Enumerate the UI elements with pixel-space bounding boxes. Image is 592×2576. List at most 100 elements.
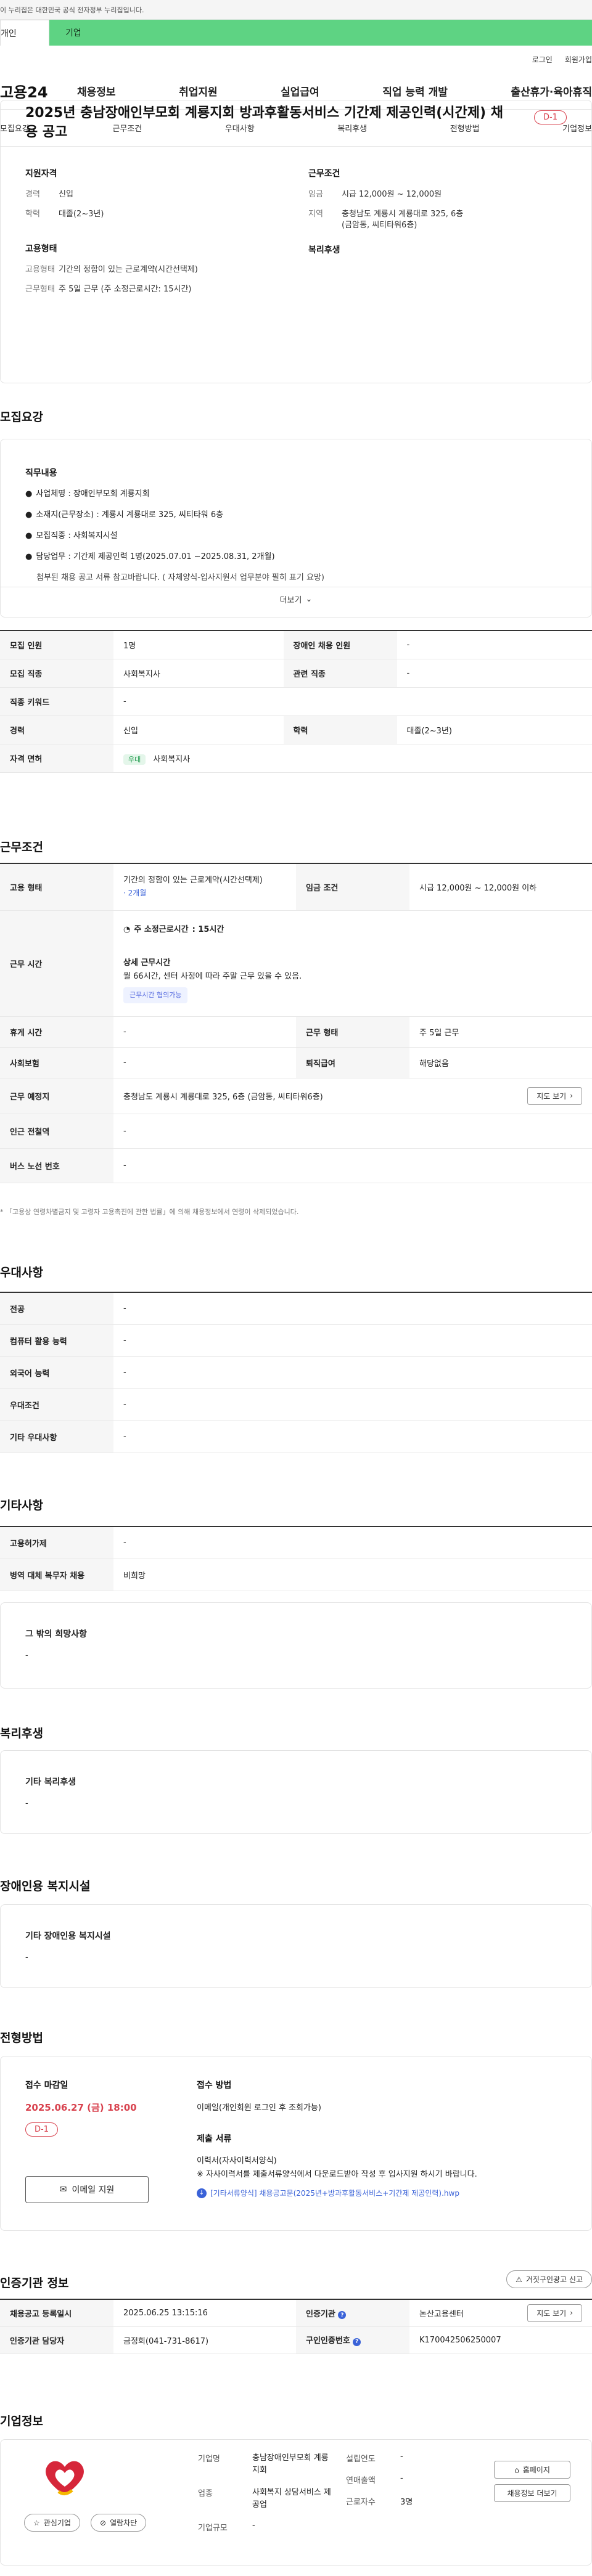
nav-item-unemployment-benefit[interactable]: 실업급여 xyxy=(281,83,319,99)
map-button-label: 지도 보기 xyxy=(536,1091,567,1101)
signup-link[interactable]: 회원가입 xyxy=(565,54,592,65)
row-label: 컴퓨터 활용 능력 xyxy=(0,1324,113,1357)
company-name: 충남장애인부모회 계룡지회 xyxy=(252,2453,329,2475)
docs-heading: 제출 서류 xyxy=(197,2134,232,2144)
info-label: 기업명 xyxy=(198,2455,220,2464)
table-row: 직종 키워드 - xyxy=(0,687,592,716)
nav-item-jobs[interactable]: 채용정보 xyxy=(77,83,116,99)
info-label: 설립연도 xyxy=(346,2455,376,2464)
row-value: - xyxy=(397,630,592,659)
report-fake-ad-button[interactable]: ⚠ 거짓구인광고 신고 xyxy=(506,2270,592,2288)
row-value: - xyxy=(113,1526,592,1559)
row-label: 퇴직급여 xyxy=(296,1047,409,1078)
user-type-tabs: 개인 기업 xyxy=(0,20,592,46)
disabled-card: 기타 장애인용 복지시설 - xyxy=(0,1904,592,1988)
section-title-company: 기업정보 xyxy=(0,2415,43,2428)
row-label: 장애인 채용 인원 xyxy=(283,630,397,659)
row-label: 휴게 시간 xyxy=(0,1016,113,1048)
row-label: 구인인증번호 xyxy=(306,2336,350,2346)
nav-item-parental-leave[interactable]: 출산휴가·육아휴직 xyxy=(511,83,592,99)
cert-map-button[interactable]: 지도 보기 › xyxy=(527,2304,582,2322)
block-company-button[interactable]: ⊘ 열람차단 xyxy=(91,2514,147,2532)
row-value: 금정희(041-731-8617) xyxy=(113,2326,296,2354)
duty-item: 소재지(근무장소) : 계룡시 계룡대로 325, 씨티타워 6층 xyxy=(36,510,224,520)
row-value: 1명 xyxy=(113,630,284,659)
company-employees: 3명 xyxy=(400,2498,413,2507)
info-label: 연매출액 xyxy=(346,2476,376,2485)
tab-company[interactable]: 기업 xyxy=(49,20,592,46)
row-label: 고용허가제 xyxy=(0,1526,113,1559)
table-row: 사회보험 - 퇴직급여 해당없음 xyxy=(0,1047,592,1078)
login-link[interactable]: 로그인 xyxy=(532,54,553,65)
emp-type-value: 기간의 정함이 있는 근로계약(시간선택제) xyxy=(123,876,263,886)
etc-table: 고용허가제 - 병역 대체 복무자 채용 비희망 xyxy=(0,1526,592,1591)
table-row: 근무 예정지 충청남도 계룡시 계룡대로 325, 6층 (금암동, 씨티타워6… xyxy=(0,1078,592,1114)
section-title-recruit: 모집요강 xyxy=(0,410,43,424)
row-label: 외국어 능력 xyxy=(0,1356,113,1389)
detail-hours-value: 월 66시간, 센터 사정에 따라 주말 근무 있을 수 있음. xyxy=(123,972,302,981)
license-cell: 우대 사회복지사 xyxy=(113,744,592,773)
row-label: 기타 우대사항 xyxy=(0,1420,113,1453)
row-value: 사회복지사 xyxy=(113,659,284,688)
row-label: 모집 직종 xyxy=(0,659,113,688)
row-label: 전공 xyxy=(0,1292,113,1325)
more-label: 더보기 xyxy=(279,596,302,605)
bullet-icon: ● xyxy=(25,531,33,540)
home-icon: ⌂ xyxy=(514,2465,519,2474)
welfare-heading: 복리후생 xyxy=(308,245,340,255)
row-value: 2025.06.25 13:15:16 xyxy=(113,2299,296,2327)
employment-type-heading: 고용형태 xyxy=(25,243,57,254)
table-row: 우대조건 - xyxy=(0,1388,592,1421)
tab-personal[interactable]: 개인 xyxy=(0,20,49,46)
cert-map-label: 지도 보기 xyxy=(536,2309,567,2318)
qual-value: 신입 xyxy=(59,189,73,199)
table-row: 경력 신입 학력 대졸(2~3년) xyxy=(0,715,592,744)
row-label: 관련 직종 xyxy=(283,659,397,688)
section-title-work: 근무조건 xyxy=(0,841,43,854)
company-industry: 사회복지 상담서비스 제공업 xyxy=(252,2488,331,2509)
star-icon: ☆ xyxy=(33,2518,40,2527)
site-logo[interactable]: 고용24 xyxy=(0,80,77,102)
map-button[interactable]: 지도 보기 › xyxy=(527,1086,582,1105)
duty-item: 모집직종 : 사회복지시설 xyxy=(36,531,118,540)
nav-item-skill-development[interactable]: 직업 능력 개발 xyxy=(382,83,448,99)
company-size: - xyxy=(252,2521,255,2530)
mail-icon: ✉ xyxy=(59,2185,67,2195)
row-value: 신입 xyxy=(113,715,284,744)
table-row: 컴퓨터 활용 능력 - xyxy=(0,1324,592,1357)
table-row: 기타 우대사항 - xyxy=(0,1420,592,1453)
info-icon[interactable]: ? xyxy=(353,2338,361,2346)
homepage-button[interactable]: ⌂ 홈페이지 xyxy=(494,2461,570,2479)
deadline-dday: D-1 xyxy=(25,2122,58,2137)
emp-value: 주 5일 근무 (주 소정근로시간: 15시간) xyxy=(59,284,192,294)
age-notice: * 「고용상 연령차별금지 및 고령자 고용촉진에 관한 법률」에 의해 채용정… xyxy=(0,1208,299,1216)
row-label: 인증기관 담당자 xyxy=(0,2326,113,2354)
job-title: 2025년 충남장애인부모회 계룡지회 방과후활동서비스 기간제 제공인력(시간… xyxy=(25,105,503,140)
cond-label: 지역 xyxy=(308,209,323,219)
table-row: 버스 노선 번호 - xyxy=(0,1148,592,1183)
cond-label: 임금 xyxy=(308,189,323,199)
cert-agency-value: 논산고용센터 xyxy=(419,2309,464,2319)
license-value: 사회복지사 xyxy=(153,754,191,764)
info-icon[interactable]: ? xyxy=(338,2311,347,2319)
row-label: 모집 인원 xyxy=(0,630,113,659)
disabled-heading-box: 기타 장애인용 복지시설 xyxy=(25,1931,111,1941)
row-value: - xyxy=(113,1388,592,1421)
table-row: 채용공고 등록일시 2025.06.25 13:15:16 인증기관 ? 논산고… xyxy=(0,2299,592,2327)
email-apply-button[interactable]: ✉ 이메일 지원 xyxy=(25,2176,149,2203)
deadline-value: 2025.06.27 (금) 18:00 xyxy=(25,2102,137,2113)
attached-file-link[interactable]: ↓ [기타서류양식] 채용공고문(2025년+방과후활동서비스+기간제 제공인력… xyxy=(197,2188,573,2198)
gov-notice-text: 이 누리집은 대한민국 공식 전자정부 누리집입니다. xyxy=(0,6,144,14)
homepage-label: 홈페이지 xyxy=(522,2466,550,2474)
favorite-company-button[interactable]: ☆ 관심기업 xyxy=(24,2514,80,2532)
more-jobs-button[interactable]: 채용정보 더보기 xyxy=(494,2484,570,2502)
nav-item-employment-support[interactable]: 취업지원 xyxy=(179,83,218,99)
work-table: 고용 형태 기간의 정함이 있는 근로계약(시간선택제) · 2개월 임금 조건… xyxy=(0,863,592,1183)
docs-value-2: ※ 자사이력서를 제출서류양식에서 다운로드받아 작성 후 입사지원 하시기 바… xyxy=(197,2170,477,2179)
row-value: - xyxy=(113,1356,592,1389)
more-button[interactable]: 더보기 ⌄ xyxy=(0,587,592,611)
preferred-badge: 우대 xyxy=(123,754,146,765)
attached-file-name: [기타서류양식] 채용공고문(2025년+방과후활동서비스+기간제 제공인력).… xyxy=(210,2189,459,2198)
table-row: 병역 대체 복무자 채용 비희망 xyxy=(0,1559,592,1591)
row-label: 경력 xyxy=(0,715,113,744)
